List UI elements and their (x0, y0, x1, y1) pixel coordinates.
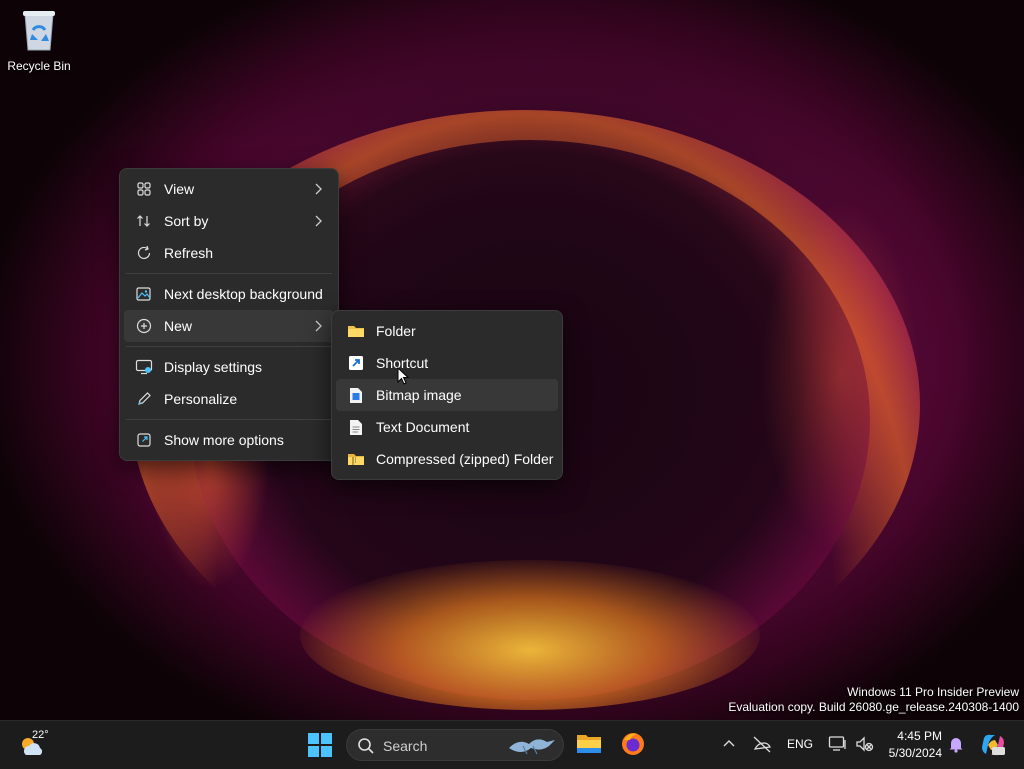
submenu-item-bitmap-image[interactable]: Bitmap image (336, 379, 558, 411)
menu-item-label: New (164, 318, 193, 334)
chevron-up-icon (723, 740, 735, 747)
menu-item-label: Refresh (164, 245, 214, 261)
menu-item-display-settings[interactable]: Display settings (124, 351, 334, 383)
search-icon (358, 738, 374, 754)
firefox-icon (622, 733, 644, 755)
search-highlight-bird-icon (509, 739, 555, 755)
clock-time: 4:45 PM (897, 729, 942, 743)
text-document-icon (336, 419, 376, 436)
recycle-bin-icon (23, 11, 55, 51)
system-clock[interactable]: 4:45 PM 5/30/2024 (878, 728, 942, 762)
folder-icon (336, 323, 376, 339)
volume-muted-icon (856, 736, 874, 752)
weather-temperature: 22° (32, 729, 49, 741)
submenu-item-folder[interactable]: Folder (336, 315, 558, 347)
weather-widget[interactable]: 22° (16, 729, 52, 761)
menu-item-label: Show more options (164, 432, 284, 448)
chevron-right-icon (315, 183, 322, 195)
taskbar-search-box[interactable]: Search (346, 729, 564, 761)
display-settings-icon (124, 358, 164, 376)
menu-item-new[interactable]: New (124, 310, 334, 342)
pre-badge-icon (992, 747, 1005, 755)
recycle-bin-label: Recycle Bin (7, 59, 71, 73)
menu-item-refresh[interactable]: Refresh (124, 237, 334, 269)
pen-icon (124, 391, 164, 407)
refresh-icon (124, 245, 164, 261)
zip-folder-icon (336, 451, 376, 467)
file-explorer-icon (577, 735, 601, 753)
menu-item-view[interactable]: View (124, 173, 334, 205)
submenu-item-label: Bitmap image (376, 387, 462, 403)
shortcut-icon (336, 355, 376, 371)
submenu-item-compressed-folder[interactable]: Compressed (zipped) Folder (336, 443, 558, 475)
search-placeholder: Search (383, 738, 428, 754)
start-button[interactable] (306, 731, 334, 759)
menu-separator (126, 419, 332, 420)
menu-item-sort-by[interactable]: Sort by (124, 205, 334, 237)
submenu-item-label: Folder (376, 323, 416, 339)
network-status-button[interactable] (752, 735, 772, 758)
menu-separator (126, 273, 332, 274)
file-explorer-button[interactable] (576, 733, 602, 760)
clock-date: 5/30/2024 (888, 746, 942, 760)
next-background-icon (124, 285, 164, 303)
mouse-cursor-icon (397, 367, 409, 385)
grid-view-icon (124, 181, 164, 197)
menu-item-label: Sort by (164, 213, 209, 229)
menu-item-next-desktop-background[interactable]: Next desktop background (124, 278, 334, 310)
firefox-button[interactable] (620, 731, 646, 762)
windows-logo-icon (308, 733, 332, 757)
volume-button[interactable] (855, 735, 875, 758)
display-status-button[interactable] (828, 735, 848, 758)
evaluation-watermark: Windows 11 Pro Insider Preview Evaluatio… (728, 685, 1019, 715)
desktop-icon-recycle-bin[interactable]: Recycle Bin (4, 6, 74, 73)
wallpaper-glow (300, 560, 760, 710)
input-language-indicator[interactable]: ENG (787, 737, 813, 751)
show-more-options-icon (124, 432, 164, 448)
monitor-icon (828, 736, 846, 751)
chevron-right-icon (315, 320, 322, 332)
wallpaper-glow (760, 200, 920, 550)
bell-icon (949, 738, 963, 753)
menu-item-personalize[interactable]: Personalize (124, 383, 334, 415)
desktop-context-menu: View Sort by Refresh Next desktop backgr… (119, 168, 339, 461)
menu-item-label: Personalize (164, 391, 238, 407)
submenu-item-label: Compressed (zipped) Folder (376, 451, 554, 467)
menu-item-label: View (164, 181, 195, 197)
submenu-item-text-document[interactable]: Text Document (336, 411, 558, 443)
new-submenu: Folder Shortcut Bitmap image Text Docume… (331, 310, 563, 480)
submenu-item-shortcut[interactable]: Shortcut (336, 347, 558, 379)
watermark-line-1: Windows 11 Pro Insider Preview (847, 685, 1019, 699)
network-disconnected-icon (753, 736, 771, 753)
menu-separator (126, 346, 332, 347)
chevron-right-icon (315, 215, 322, 227)
bitmap-image-icon (336, 387, 376, 404)
notifications-button[interactable] (948, 735, 964, 758)
copilot-button[interactable] (980, 732, 1006, 763)
menu-item-label: Next desktop background (164, 286, 323, 302)
sort-icon (124, 213, 164, 229)
watermark-line-2: Evaluation copy. Build 26080.ge_release.… (728, 700, 1019, 714)
new-plus-icon (124, 318, 164, 334)
show-hidden-icons-button[interactable] (722, 737, 736, 756)
menu-item-label: Display settings (164, 359, 263, 375)
menu-item-show-more-options[interactable]: Show more options (124, 424, 334, 456)
submenu-item-label: Text Document (376, 419, 470, 435)
taskbar: 22° Search ENG 4:45 PM 5/30/2024 (0, 720, 1024, 769)
